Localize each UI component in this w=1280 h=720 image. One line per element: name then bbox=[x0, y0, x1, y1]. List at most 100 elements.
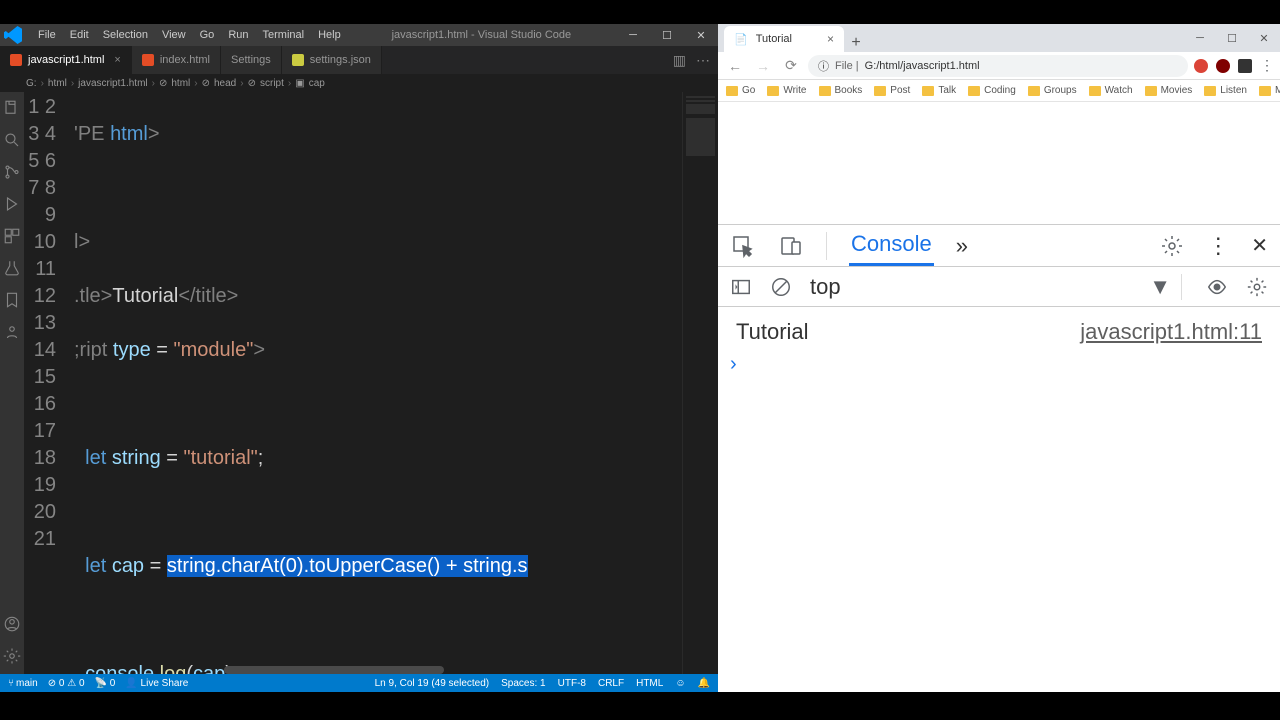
browser-tab[interactable]: 📄 Tutorial × bbox=[724, 26, 844, 52]
chrome-menu-icon[interactable]: ⋮ bbox=[1260, 57, 1274, 74]
close-button[interactable]: ✕ bbox=[1248, 24, 1280, 52]
status-liveshare[interactable]: 👤 Live Share bbox=[125, 678, 188, 689]
line-numbers: 1 2 3 4 5 6 7 8 9 10 11 12 13 14 15 16 1… bbox=[24, 92, 74, 674]
status-errors[interactable]: ⊘ 0 ⚠ 0 bbox=[48, 678, 85, 689]
reload-button[interactable]: ⟳ bbox=[780, 57, 802, 74]
console-sidebar-icon[interactable] bbox=[730, 276, 752, 298]
minimap[interactable] bbox=[682, 92, 718, 674]
window-title: javascript1.html - Visual Studio Code bbox=[347, 29, 616, 41]
bookmark-item[interactable]: Watch bbox=[1089, 85, 1133, 96]
bookmark-item[interactable]: Groups bbox=[1028, 85, 1077, 96]
console-settings-icon[interactable] bbox=[1246, 276, 1268, 298]
html-file-icon bbox=[10, 54, 22, 66]
status-encoding[interactable]: UTF-8 bbox=[558, 678, 586, 689]
console-message[interactable]: Tutorial javascript1.html:11 bbox=[718, 315, 1280, 349]
status-eol[interactable]: CRLF bbox=[598, 678, 624, 689]
menu-file[interactable]: File bbox=[32, 27, 62, 43]
extension-icon[interactable] bbox=[1194, 59, 1208, 73]
menu-go[interactable]: Go bbox=[194, 27, 221, 43]
extension-icon[interactable] bbox=[1216, 59, 1230, 73]
search-icon[interactable] bbox=[2, 130, 22, 150]
status-position[interactable]: Ln 9, Col 19 (49 selected) bbox=[375, 678, 490, 689]
bookmark-item[interactable]: Music bbox=[1259, 85, 1280, 96]
vscode-window: File Edit Selection View Go Run Terminal… bbox=[0, 24, 718, 692]
test-icon[interactable] bbox=[2, 258, 22, 278]
explorer-icon[interactable] bbox=[2, 98, 22, 118]
tab-settings[interactable]: Settings bbox=[221, 46, 282, 74]
horizontal-scrollbar[interactable] bbox=[124, 666, 646, 674]
menu-help[interactable]: Help bbox=[312, 27, 347, 43]
more-tabs-icon[interactable]: » bbox=[956, 233, 968, 259]
menu-view[interactable]: View bbox=[156, 27, 192, 43]
menu-terminal[interactable]: Terminal bbox=[257, 27, 311, 43]
maximize-button[interactable]: ☐ bbox=[1216, 24, 1248, 52]
bookmark-item[interactable]: Books bbox=[819, 85, 863, 96]
settings-gear-icon[interactable] bbox=[2, 646, 22, 666]
bookmark-item[interactable]: Movies bbox=[1145, 85, 1193, 96]
tab-javascript1[interactable]: javascript1.html× bbox=[0, 46, 132, 74]
status-language[interactable]: HTML bbox=[636, 678, 663, 689]
tab-index[interactable]: index.html bbox=[132, 46, 221, 74]
console-tab[interactable]: Console bbox=[849, 225, 934, 266]
tab-settings-json[interactable]: settings.json bbox=[282, 46, 382, 74]
status-spaces[interactable]: Spaces: 1 bbox=[501, 678, 545, 689]
bookmark-icon[interactable] bbox=[2, 290, 22, 310]
editor-tabs: javascript1.html× index.html Settings se… bbox=[0, 46, 718, 74]
split-editor-icon[interactable]: ▥ bbox=[673, 52, 686, 69]
activity-bar bbox=[0, 92, 24, 674]
new-tab-button[interactable]: + bbox=[844, 34, 868, 52]
extension-icon[interactable] bbox=[1238, 59, 1252, 73]
source-control-icon[interactable] bbox=[2, 162, 22, 182]
tab-favicon-icon: 📄 bbox=[734, 33, 748, 46]
menu-edit[interactable]: Edit bbox=[64, 27, 95, 43]
extensions-icon[interactable] bbox=[2, 226, 22, 246]
bookmark-item[interactable]: Talk bbox=[922, 85, 956, 96]
inspect-element-icon[interactable] bbox=[730, 233, 756, 259]
accounts-icon[interactable] bbox=[2, 614, 22, 634]
bookmark-item[interactable]: Post bbox=[874, 85, 910, 96]
menu-run[interactable]: Run bbox=[222, 27, 254, 43]
address-bar[interactable]: ⓘ File | G:/html/javascript1.html bbox=[808, 55, 1188, 77]
maximize-button[interactable]: ☐ bbox=[650, 24, 684, 46]
html-file-icon bbox=[142, 54, 154, 66]
clear-console-icon[interactable] bbox=[770, 276, 792, 298]
git-branch[interactable]: ⑂ main bbox=[8, 678, 38, 689]
console-prompt[interactable]: › bbox=[718, 349, 1280, 380]
console-output[interactable]: Tutorial javascript1.html:11 › bbox=[718, 307, 1280, 692]
selected-text: string.charAt(0).toUpperCase() + string.… bbox=[167, 555, 528, 577]
bookmark-item[interactable]: Coding bbox=[968, 85, 1016, 96]
devtools-settings-icon[interactable] bbox=[1159, 233, 1185, 259]
site-info-icon[interactable]: ⓘ bbox=[818, 58, 829, 74]
tab-close-icon[interactable]: × bbox=[114, 54, 120, 66]
devtools-menu-icon[interactable]: ⋮ bbox=[1207, 233, 1229, 259]
address-bar-row: ← → ⟳ ⓘ File | G:/html/javascript1.html … bbox=[718, 52, 1280, 80]
minimize-button[interactable]: ─ bbox=[616, 24, 650, 46]
more-actions-icon[interactable]: ⋯ bbox=[696, 52, 710, 69]
bookmark-item[interactable]: Write bbox=[767, 85, 806, 96]
status-bell-icon[interactable]: 🔔 bbox=[698, 678, 710, 689]
run-debug-icon[interactable] bbox=[2, 194, 22, 214]
menu-bar: File Edit Selection View Go Run Terminal… bbox=[26, 27, 347, 43]
bookmark-item[interactable]: Go bbox=[726, 85, 755, 96]
live-expression-icon[interactable] bbox=[1206, 276, 1228, 298]
device-toggle-icon[interactable] bbox=[778, 233, 804, 259]
back-button[interactable]: ← bbox=[724, 58, 746, 74]
code-editor[interactable]: 1 2 3 4 5 6 7 8 9 10 11 12 13 14 15 16 1… bbox=[24, 92, 718, 674]
forward-button[interactable]: → bbox=[752, 58, 774, 74]
breadcrumb[interactable]: G:› html› javascript1.html› ⊘html› ⊘head… bbox=[0, 74, 718, 92]
bookmarks-bar: Go Write Books Post Talk Coding Groups W… bbox=[718, 80, 1280, 102]
chrome-tabstrip: 📄 Tutorial × + ─ ☐ ✕ bbox=[718, 24, 1280, 52]
tab-close-icon[interactable]: × bbox=[827, 32, 834, 46]
status-bar: ⑂ main ⊘ 0 ⚠ 0 📡 0 👤 Live Share Ln 9, Co… bbox=[0, 674, 718, 692]
bookmark-item[interactable]: Listen bbox=[1204, 85, 1247, 96]
devtools-close-icon[interactable]: ✕ bbox=[1251, 233, 1268, 258]
menu-selection[interactable]: Selection bbox=[97, 27, 154, 43]
close-button[interactable]: ✕ bbox=[684, 24, 718, 46]
console-source-link[interactable]: javascript1.html:11 bbox=[1080, 319, 1262, 345]
status-feedback-icon[interactable]: ☺ bbox=[675, 678, 685, 689]
code-content[interactable]: 'PE html> l> .tle>Tutorial</title> ;ript… bbox=[74, 92, 682, 674]
context-selector[interactable]: top▼ bbox=[810, 274, 1182, 300]
minimize-button[interactable]: ─ bbox=[1184, 24, 1216, 52]
liveshare-icon[interactable] bbox=[2, 322, 22, 342]
status-port[interactable]: 📡 0 bbox=[95, 678, 116, 689]
